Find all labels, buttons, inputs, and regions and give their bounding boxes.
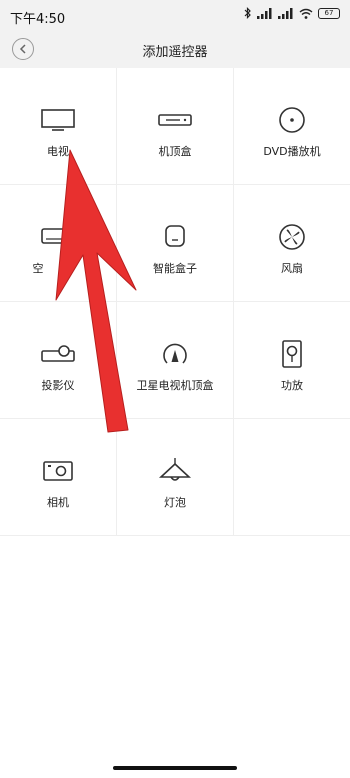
device-label: 功放: [281, 379, 303, 392]
tv-icon: [41, 109, 75, 131]
set-top-box-icon: [158, 114, 192, 126]
signal-icon: [257, 7, 272, 19]
camera-icon: [43, 461, 73, 481]
battery-level: 67: [324, 8, 334, 17]
device-smart-box[interactable]: 智能盒子: [117, 185, 234, 302]
amplifier-icon: [282, 340, 302, 368]
dvd-icon: [279, 107, 305, 133]
device-label: 相机: [47, 496, 69, 509]
page-title: 添加遥控器: [142, 45, 208, 60]
device-projector[interactable]: 投影仪: [0, 302, 117, 419]
device-label: 卫星电视机顶盒: [136, 379, 214, 392]
device-camera[interactable]: 相机: [0, 419, 117, 536]
status-icons: 67: [244, 7, 340, 19]
device-amplifier[interactable]: 功放: [234, 302, 350, 419]
battery-icon: 67: [318, 7, 340, 19]
projector-icon: [41, 345, 75, 362]
device-tv[interactable]: 电视: [0, 68, 117, 185]
smart-box-icon: [165, 225, 185, 247]
satellite-dish-icon: [163, 343, 187, 364]
device-air-conditioner[interactable]: 空: [0, 185, 117, 302]
device-label: 空: [32, 262, 44, 275]
fan-icon: [279, 224, 305, 250]
device-label: 投影仪: [41, 379, 75, 392]
device-light-bulb[interactable]: 灯泡: [117, 419, 234, 536]
device-label: 电视: [47, 145, 69, 158]
home-indicator[interactable]: [113, 766, 237, 770]
device-grid: 电视 机顶盒 DVD播放机 空 智能盒子 风扇 投影仪 卫星电视机顶盒 功放 相…: [0, 68, 350, 536]
status-bar: 下午4:50 67: [0, 0, 350, 32]
light-bulb-icon: [158, 458, 192, 481]
device-set-top-box[interactable]: 机顶盒: [117, 68, 234, 185]
device-label: DVD播放机: [263, 145, 321, 158]
device-label: 智能盒子: [153, 262, 197, 275]
device-label: 机顶盒: [158, 145, 192, 158]
device-satellite-box[interactable]: 卫星电视机顶盒: [117, 302, 234, 419]
air-conditioner-icon: [41, 228, 75, 244]
device-label: 灯泡: [164, 496, 186, 509]
bluetooth-icon: [244, 7, 251, 19]
header: 添加遥控器: [0, 32, 350, 68]
device-label: 风扇: [281, 262, 303, 275]
signal-icon-2: [278, 7, 293, 19]
wifi-icon: [299, 8, 313, 19]
status-time: 下午4:50: [10, 12, 66, 27]
device-fan[interactable]: 风扇: [234, 185, 350, 302]
device-dvd[interactable]: DVD播放机: [234, 68, 350, 185]
empty-cell: [234, 419, 350, 536]
